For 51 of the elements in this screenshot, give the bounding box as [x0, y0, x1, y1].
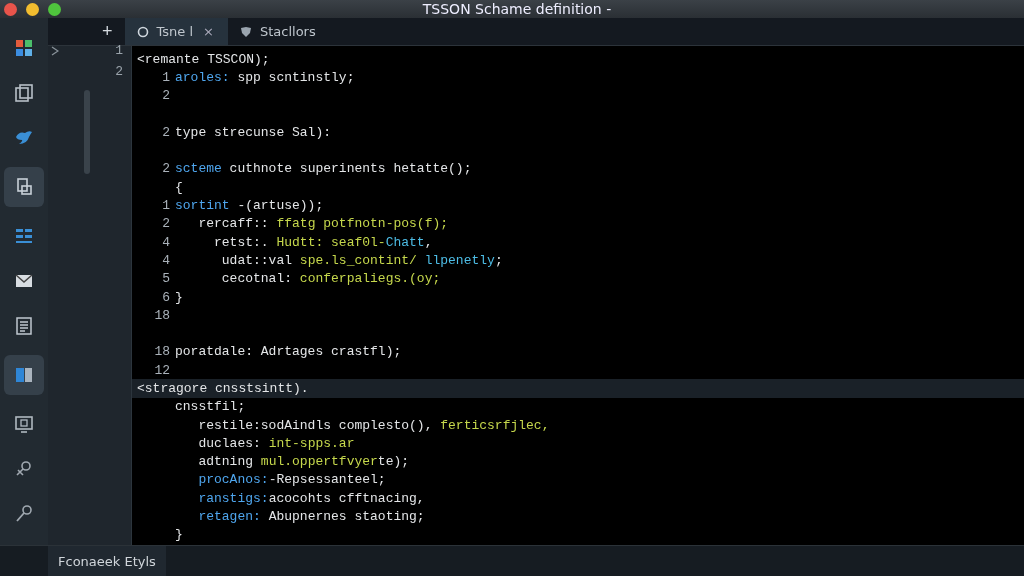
copy-icon[interactable] [13, 82, 35, 104]
line-number: 18 [153, 307, 171, 323]
line-number: 2 [161, 124, 171, 140]
line-number: 4 [161, 234, 171, 250]
line-number: 12 [153, 362, 171, 378]
code-line: } [175, 289, 183, 305]
line-number: 2 [115, 64, 123, 79]
code-line: { [175, 179, 183, 195]
code-line: duclaes: int-spps.ar [197, 435, 355, 451]
code-line: scteme cuthnote superinents hetatte(); [175, 161, 472, 177]
code-line: ranstigs:acocohts cfftnacing, [197, 490, 425, 506]
line-number: 1 [161, 69, 171, 85]
line-number: 5 [161, 271, 171, 287]
code-line: cnsstfil; [175, 399, 246, 415]
code-line: <remante TSSCON); [137, 51, 270, 67]
line-number: 1 [161, 198, 171, 213]
code-line: retst:. Hudtt: seaf0l-Chatt, [213, 234, 433, 250]
close-button[interactable] [4, 2, 17, 16]
panel-tab[interactable]: Fconaeek Etyls [48, 546, 166, 576]
editor-tab[interactable]: Tsne l × [124, 18, 228, 45]
document-icon[interactable] [13, 315, 35, 337]
line-number: 2 [161, 88, 171, 104]
code-line: poratdale: Adrtages crastfl); [175, 344, 402, 360]
code-line: aroles: spp scntinstly; [175, 69, 355, 85]
monitor-icon[interactable] [13, 413, 35, 435]
scrollbar[interactable] [84, 90, 90, 174]
code-line: cecotnal: conferpaliegs.(oy; [220, 271, 441, 287]
line-number: 6 [161, 289, 171, 305]
window-title: TSSON Schame definition - [422, 0, 612, 18]
new-tab-button[interactable]: + [90, 18, 125, 45]
line-number: 1 [115, 43, 123, 58]
minimize-button[interactable] [26, 2, 39, 16]
circle-icon [136, 25, 149, 38]
line-number: 2 [161, 161, 171, 177]
code-line: type strecunse Sal): [175, 124, 332, 140]
code-line: retagen: Abupnernes staoting; [197, 509, 425, 525]
code-line: udat::val spe.ls_contint/ llpenetly; [220, 252, 503, 268]
zoom-button[interactable] [48, 2, 61, 16]
code-line: sortint -(artuse)); [175, 198, 324, 213]
shield-icon [239, 25, 252, 38]
grid-icon[interactable] [13, 37, 35, 59]
code-line: rercaff:: ffatg potfnotn-pos(f); [197, 216, 449, 232]
line-number: 2 [161, 216, 171, 232]
code-line: } [175, 527, 183, 543]
code-line: <stragore cnsstsintt). [137, 381, 309, 396]
line-number: 18 [153, 344, 171, 360]
code-line: restile:sodAindls complesto(), ferticsrfjlec, [197, 417, 550, 433]
code-line: adtning mul.oppertfvyerte); [197, 454, 410, 470]
code-line: procAnos:-Repsessanteel; [197, 472, 386, 488]
line-number: 4 [161, 252, 171, 268]
editor-tab[interactable]: Stacllors [227, 18, 328, 45]
